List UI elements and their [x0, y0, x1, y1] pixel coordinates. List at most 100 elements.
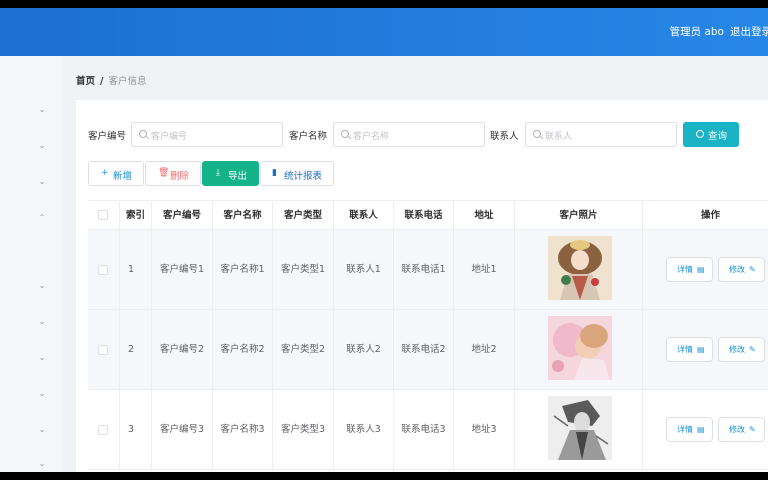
edit-icon: ✎ [749, 345, 756, 354]
detail-label: 详情 [677, 425, 693, 434]
app-screen: 管理员 abo 退出登录 ⌄ ⌄ ⌄ ⌃ ⌄ ⌄ ⌄ ⌄ ⌄ ⌄ 首页 / 客户信息… [0, 8, 768, 472]
contact-placeholder: 联系人 [545, 132, 573, 142]
trash-icon: 🗑 [158, 168, 170, 178]
search-icon [139, 130, 147, 138]
chevron-down-icon[interactable]: ⌄ [38, 282, 46, 290]
add-label: 新增 [113, 171, 133, 182]
chevron-down-icon[interactable]: ⌄ [38, 426, 46, 434]
contact-search-input[interactable]: 联系人 [525, 122, 677, 147]
col-header-index[interactable]: 索引 [120, 201, 152, 230]
col-header-contact[interactable]: 联系人 [334, 201, 394, 230]
search-label-contact: 联系人 [490, 131, 519, 142]
select-all-checkbox[interactable] [98, 210, 108, 220]
document-icon: ▤ [697, 265, 705, 274]
top-header: 管理员 abo 退出登录 [0, 8, 768, 56]
stats-report-button[interactable]: ▮ 统计报表 [260, 161, 334, 186]
cell-contact: 联系人2 [334, 310, 394, 390]
table-row[interactable]: 2 客户编号2 客户名称2 客户类型2 联系人2 联系电话2 地址2 详情 ▤ 修… [88, 310, 768, 390]
query-button[interactable]: 查询 [683, 122, 739, 147]
edit-icon: ✎ [749, 425, 756, 434]
breadcrumb: 首页 / 客户信息 [76, 73, 147, 87]
edit-label: 修改 [729, 425, 745, 434]
row-checkbox-cell [88, 310, 120, 390]
cell-code: 客户编号3 [152, 390, 213, 470]
bar-chart-icon: ▮ [272, 168, 277, 178]
edit-button[interactable]: 修改 ✎ [718, 417, 765, 442]
export-button[interactable]: ⤓ 导出 [202, 161, 259, 186]
delete-label: 删除 [170, 171, 190, 182]
chevron-down-icon[interactable]: ⌄ [38, 354, 46, 362]
col-header-type[interactable]: 客户类型 [273, 201, 334, 230]
edit-button[interactable]: 修改 ✎ [718, 337, 765, 362]
detail-label: 详情 [677, 345, 693, 354]
code-search-input[interactable]: 客户编号 [131, 122, 283, 147]
stats-label: 统计报表 [284, 171, 323, 182]
search-icon [341, 130, 349, 138]
logout-link[interactable]: 退出登录 [730, 24, 768, 39]
col-header-code[interactable]: 客户编号 [152, 201, 213, 230]
cell-name: 客户名称2 [213, 310, 273, 390]
breadcrumb-home[interactable]: 首页 [76, 76, 95, 87]
cell-phone: 联系电话1 [394, 230, 454, 310]
col-header-name[interactable]: 客户名称 [213, 201, 273, 230]
chevron-down-icon[interactable]: ⌄ [38, 460, 46, 468]
row-checkbox-cell [88, 390, 120, 470]
search-label-code: 客户编号 [88, 131, 127, 142]
table-row[interactable]: 1 客户编号1 客户名称1 客户类型1 联系人1 联系电话1 地址1 详情 ▤ … [88, 230, 768, 310]
cell-phone: 联系电话2 [394, 310, 454, 390]
row-checkbox[interactable] [98, 265, 108, 275]
col-header-actions: 操作 [700, 210, 720, 221]
cell-address: 地址1 [454, 230, 515, 310]
breadcrumb-separator: / [100, 76, 104, 87]
chevron-down-icon[interactable]: ⌄ [38, 390, 46, 398]
cell-code: 客户编号2 [152, 310, 213, 390]
table-header-row: 索引 客户编号 客户名称 客户类型 联系人 联系电话 地址 客户照片 操作 [88, 201, 768, 230]
cell-type: 客户类型3 [273, 390, 334, 470]
chevron-down-icon[interactable]: ⌄ [38, 142, 46, 150]
code-placeholder: 客户编号 [151, 132, 188, 142]
chevron-down-icon[interactable]: ⌄ [38, 318, 46, 326]
edit-label: 修改 [729, 265, 745, 274]
cell-address: 地址3 [454, 390, 515, 470]
name-search-input[interactable]: 客户名称 [333, 122, 485, 147]
sidebar: ⌄ ⌄ ⌄ ⌃ ⌄ ⌄ ⌄ ⌄ ⌄ ⌄ [0, 56, 62, 472]
chevron-down-icon[interactable]: ⌄ [38, 106, 46, 114]
export-label: 导出 [228, 171, 248, 182]
main-content: 客户编号 客户编号 客户名称 客户名称 联系人 联系人 查询 + 新增 🗑 删除 [76, 100, 768, 472]
row-checkbox[interactable] [98, 345, 108, 355]
chevron-up-icon[interactable]: ⌃ [38, 214, 46, 222]
document-icon: ▤ [697, 425, 705, 434]
document-icon: ▤ [697, 345, 705, 354]
search-icon [533, 130, 541, 138]
detail-label: 详情 [677, 265, 693, 274]
add-button[interactable]: + 新增 [88, 161, 144, 186]
customer-photo[interactable] [548, 396, 612, 460]
detail-button[interactable]: 详情 ▤ [666, 337, 713, 362]
cell-type: 客户类型2 [273, 310, 334, 390]
header-checkbox-cell [88, 201, 120, 230]
detail-button[interactable]: 详情 ▤ [666, 257, 713, 282]
name-placeholder: 客户名称 [353, 132, 390, 142]
edit-icon: ✎ [749, 265, 756, 274]
col-header-address[interactable]: 地址 [454, 201, 515, 230]
breadcrumb-current: 客户信息 [108, 76, 147, 87]
row-checkbox[interactable] [98, 425, 108, 435]
edit-button[interactable]: 修改 ✎ [718, 257, 765, 282]
cell-index: 3 [120, 390, 152, 470]
cell-name: 客户名称1 [213, 230, 273, 310]
col-header-photo[interactable]: 客户照片 [515, 201, 643, 230]
cell-phone: 联系电话3 [394, 390, 454, 470]
plus-icon: + [101, 168, 109, 178]
detail-button[interactable]: 详情 ▤ [666, 417, 713, 442]
admin-user-label[interactable]: 管理员 abo [670, 24, 724, 39]
table-row[interactable]: 3 客户编号3 客户名称3 客户类型3 联系人3 联系电话3 地址3 详情 ▤ 修… [88, 390, 768, 470]
cell-type: 客户类型1 [273, 230, 334, 310]
cell-index: 1 [120, 230, 152, 310]
customer-table: 索引 客户编号 客户名称 客户类型 联系人 联系电话 地址 客户照片 操作 1 … [88, 200, 768, 472]
delete-button[interactable]: 🗑 删除 [145, 161, 201, 186]
row-checkbox-cell [88, 230, 120, 310]
chevron-down-icon[interactable]: ⌄ [38, 178, 46, 186]
customer-photo[interactable] [548, 236, 612, 300]
col-header-phone[interactable]: 联系电话 [394, 201, 454, 230]
customer-photo[interactable] [548, 316, 612, 380]
